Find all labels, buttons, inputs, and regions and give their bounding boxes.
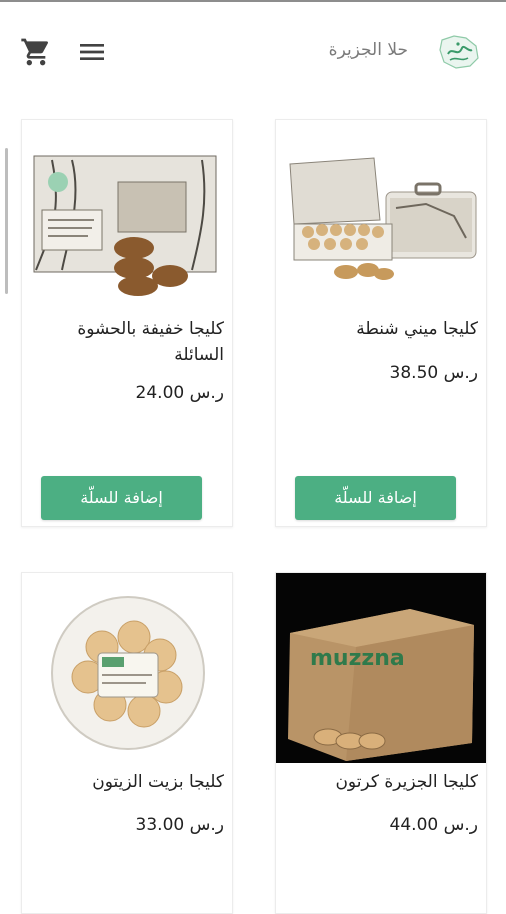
scrollbar[interactable] (5, 148, 8, 294)
cart-icon (21, 38, 49, 66)
menu-icon (80, 44, 104, 60)
product-image[interactable]: muzzna (276, 573, 486, 763)
app-bar: حلا الجزيرة (0, 2, 506, 98)
brand-name: حلا الجزيرة (328, 40, 408, 60)
product-price: 38.50 ر.س (389, 363, 478, 383)
product-title[interactable]: كليجا ميني شنطة (284, 316, 478, 342)
add-to-cart-button[interactable]: إضافة للسلّة (295, 476, 456, 520)
product-price: 44.00 ر.س (389, 815, 478, 835)
logo[interactable] (436, 32, 482, 72)
add-to-cart-button[interactable]: إضافة للسلّة (41, 476, 202, 520)
product-title[interactable]: كليجا الجزيرة كرتون (284, 769, 478, 795)
product-card[interactable]: كليجا ميني شنطة 38.50 ر.س إضافة للسلّة (275, 119, 487, 527)
product-image[interactable] (22, 120, 232, 310)
product-image[interactable] (22, 573, 232, 763)
product-price: 24.00 ر.س (135, 383, 224, 403)
menu-button[interactable] (76, 36, 108, 68)
box-brand-text: muzzna (310, 646, 405, 671)
product-card[interactable]: muzzna كليجا الجزيرة كرتون 44.00 ر.س (275, 572, 487, 914)
cart-button[interactable] (20, 36, 52, 68)
product-title[interactable]: كليجا خفيفة بالحشوة السائلة (30, 316, 224, 368)
product-card[interactable]: كليجا خفيفة بالحشوة السائلة 24.00 ر.س إض… (21, 119, 233, 527)
product-title[interactable]: كليجا بزيت الزيتون (30, 769, 224, 795)
product-price: 33.00 ر.س (135, 815, 224, 835)
product-card[interactable]: كليجا بزيت الزيتون 33.00 ر.س (21, 572, 233, 914)
product-image[interactable] (276, 120, 486, 310)
